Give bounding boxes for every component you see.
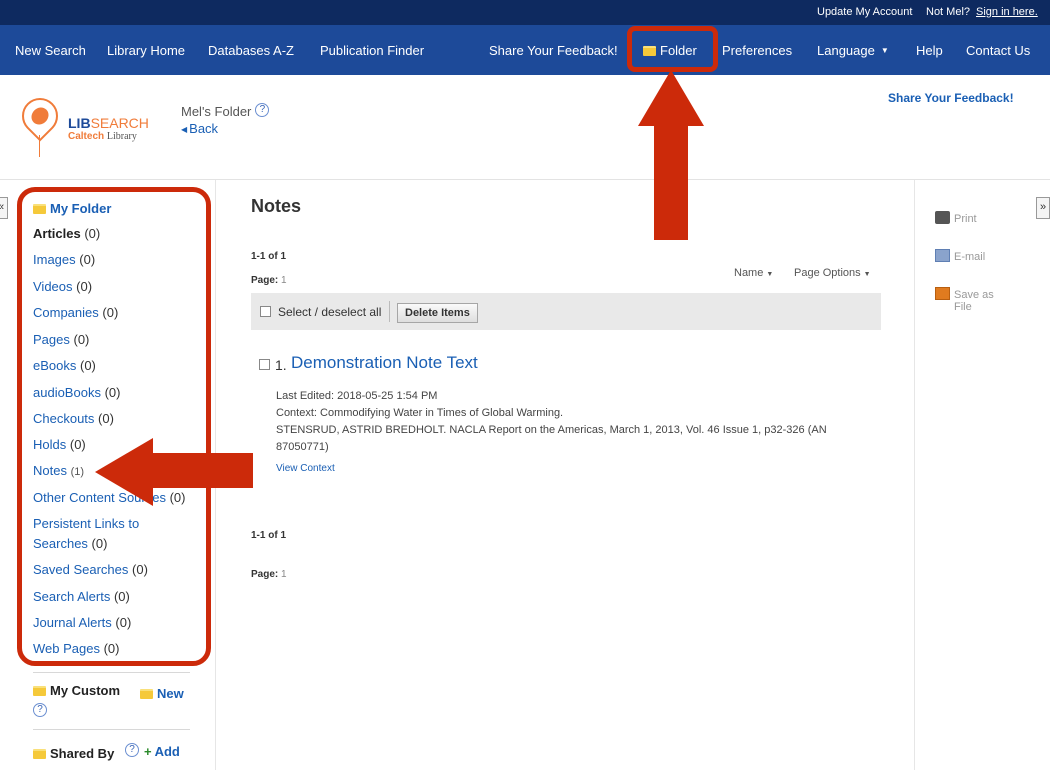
page-label: Page: (251, 275, 279, 286)
nav-databases[interactable]: Databases A-Z (208, 43, 294, 58)
print-tool[interactable]: Print (935, 211, 977, 225)
not-user-text: Not Mel? (926, 6, 971, 18)
save-as-label: Save as (954, 289, 994, 301)
my-custom-heading: My Custom (33, 683, 120, 698)
page-header: LIBSEARCH Caltech Library Mel's Folder? … (0, 75, 1050, 180)
back-label: Back (189, 121, 219, 136)
help-icon: ? (125, 743, 139, 757)
result-checkbox[interactable] (259, 359, 270, 370)
arrow-up-shaft (654, 125, 688, 240)
page-title: Mel's Folder? (181, 103, 270, 119)
save-disk-icon (935, 287, 950, 300)
email-tool[interactable]: E-mail (935, 249, 985, 263)
logo-pin-line (39, 135, 40, 157)
feedback-link[interactable]: Share Your Feedback! (888, 91, 1014, 105)
logo-text[interactable]: LIBSEARCH (68, 115, 149, 131)
shared-by-heading: Shared By (33, 746, 114, 761)
page-label: Page: (251, 569, 279, 580)
delete-items-button[interactable]: Delete Items (397, 303, 478, 323)
nav-help[interactable]: Help (916, 43, 943, 58)
folder-toolbar: Select / deselect all Delete Items (251, 293, 881, 330)
result-citation-cont: 87050771) (276, 441, 329, 453)
logo-search: SEARCH (90, 115, 149, 131)
result-title-link[interactable]: Demonstration Note Text (291, 353, 478, 373)
logo-lib: LIB (68, 115, 91, 131)
nav-new-search[interactable]: New Search (15, 43, 86, 58)
folder-icon (33, 686, 46, 696)
view-context-link[interactable]: View Context (276, 463, 335, 474)
logo-library: Library (106, 131, 137, 142)
collapse-right-button[interactable]: » (1036, 197, 1050, 219)
save-file-tool[interactable]: Save as (935, 287, 994, 301)
arrow-left-icon (95, 438, 153, 506)
pagination-bottom: Page: 1 (251, 569, 287, 580)
page-number[interactable]: 1 (281, 275, 287, 286)
top-account-bar: Update My Account Not Mel? Sign in here. (0, 0, 1050, 25)
nav-library-home[interactable]: Library Home (107, 43, 185, 58)
arrow-up-icon (638, 70, 704, 126)
plus-folder-icon: + (144, 744, 152, 759)
sort-name-label: Name (734, 267, 764, 279)
results-count-bottom: 1-1 of 1 (251, 530, 287, 541)
shared-by-label: Shared By (50, 746, 115, 761)
caret-down-icon: ▼ (880, 46, 889, 55)
help-icon: ? (33, 703, 47, 717)
toolbar-divider (389, 301, 390, 322)
nav-language[interactable]: Language ▼ (817, 43, 889, 58)
folder-highlight-box (627, 26, 718, 72)
libsearch-logo-icon (14, 90, 66, 142)
my-custom-help[interactable]: ? (33, 699, 47, 717)
sign-in-link[interactable]: Sign in here. (976, 6, 1038, 18)
shared-by-help[interactable]: ? (125, 739, 139, 757)
notes-title: Notes (251, 196, 302, 216)
save-file-tool-cont[interactable]: File (954, 301, 972, 313)
caret-down-icon: ▼ (863, 271, 871, 278)
print-label: Print (954, 213, 977, 225)
page-options-label: Page Options (794, 267, 861, 279)
result-number: 1. (275, 357, 287, 373)
email-label: E-mail (954, 251, 986, 263)
page-number[interactable]: 1 (281, 569, 287, 580)
add-shared-button[interactable]: + Add (144, 744, 180, 759)
tools-column (914, 180, 1050, 770)
results-count-top: 1-1 of 1 (251, 251, 287, 262)
select-all-label[interactable]: Select / deselect all (278, 305, 381, 319)
select-all-checkbox[interactable] (260, 306, 271, 317)
pagination-top: Page: 1 (251, 275, 287, 286)
my-custom-label: My Custom (50, 683, 121, 698)
logo-subtext: Caltech Library (68, 131, 137, 142)
new-folder-button[interactable]: New (140, 686, 184, 701)
result-last-edited: Last Edited: 2018-05-25 1:54 PM (276, 390, 438, 402)
sidebar-highlight-box (17, 187, 211, 666)
folder-title-text: Mel's Folder (181, 104, 252, 119)
nav-preferences[interactable]: Preferences (722, 43, 792, 58)
email-icon (935, 249, 950, 262)
new-folder-icon (140, 689, 153, 699)
nav-publication-finder[interactable]: Publication Finder (320, 43, 424, 58)
nav-contact[interactable]: Contact Us (966, 43, 1030, 58)
caret-down-icon: ▼ (766, 271, 774, 278)
main-nav: New Search Library Home Databases A-Z Pu… (0, 25, 1050, 75)
help-icon[interactable]: ? (255, 103, 270, 117)
sidebar-divider (33, 672, 190, 673)
sort-name-dropdown[interactable]: Name ▼ (734, 267, 773, 279)
nav-feedback[interactable]: Share Your Feedback! (489, 43, 618, 58)
new-folder-label: New (157, 686, 184, 701)
arrow-left-shaft (152, 453, 253, 488)
triangle-left-icon: ◀ (181, 125, 188, 134)
nav-language-label: Language (817, 43, 875, 58)
result-citation: STENSRUD, ASTRID BREDHOLT. NACLA Report … (276, 424, 827, 436)
result-context: Context: Commodifying Water in Times of … (276, 407, 564, 419)
printer-icon (935, 211, 950, 224)
logo-caltech: Caltech (68, 131, 105, 142)
collapse-left-button[interactable]: « (0, 197, 8, 219)
page-options-dropdown[interactable]: Page Options ▼ (794, 267, 871, 279)
update-account-link[interactable]: Update My Account (817, 6, 912, 18)
folder-icon (33, 749, 46, 759)
back-link[interactable]: ◀ Back (181, 121, 218, 136)
sidebar-divider (33, 729, 190, 730)
add-label: Add (154, 744, 180, 759)
